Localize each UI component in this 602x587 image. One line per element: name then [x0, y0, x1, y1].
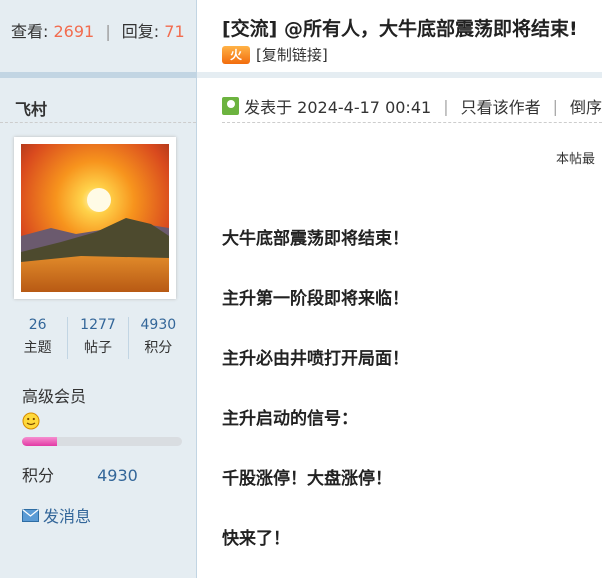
smiley-level-icon [22, 412, 40, 434]
edit-note: 本帖最 [556, 152, 596, 167]
meta-separator: | [443, 96, 449, 116]
post-line: 主升必由井喷打开局面！ [222, 349, 409, 369]
thread-title: [交流] @所有人，大牛底部震荡即将结束! [222, 18, 578, 40]
post-line: 快来了！ [222, 529, 290, 549]
stats-separator: | [105, 22, 111, 41]
meta-separator-2: | [552, 96, 558, 116]
stats-line: 查看: 2691 | 回复: 71 [11, 18, 185, 42]
credits-row-label: 积分 [22, 466, 55, 485]
views-count: 2691 [53, 22, 95, 41]
replies-count: 71 [164, 22, 185, 41]
post-date: 发表于 2024-4-17 00:41 [244, 98, 432, 117]
post-line: 主升启动的信号： [222, 409, 358, 429]
post-line: 大牛底部震荡即将结束！ [222, 229, 409, 249]
credits-count[interactable]: 4930 积分 [129, 317, 188, 359]
post-content: 大牛底部震荡即将结束！ 主升第一阶段即将来临！ 主升必由井喷打开局面！ 主升启动… [222, 227, 597, 587]
post-line: 主升第一阶段即将来临！ [222, 289, 409, 309]
avatar-sunset-image [21, 144, 169, 292]
posts-number[interactable]: 1277 [68, 317, 127, 333]
thread-header: [交流] @所有人，大牛底部震荡即将结束! 火 [复制链接] [222, 14, 602, 65]
send-message-link[interactable]: 发消息 [22, 503, 91, 527]
thread-stats: 查看: 2691 | 回复: 71 [0, 0, 197, 72]
author-counts: 26 主题 1277 帖子 4930 积分 [8, 317, 188, 359]
header-divider [0, 72, 602, 78]
user-group[interactable]: 高级会员 [22, 383, 86, 407]
posts-count[interactable]: 1277 帖子 [68, 317, 129, 359]
credits-number[interactable]: 4930 [129, 317, 188, 333]
replies-label: 回复: [121, 22, 160, 41]
posts-label: 帖子 [83, 340, 112, 356]
credits-label: 积分 [144, 340, 173, 356]
views-label: 查看: [11, 22, 49, 41]
topics-count[interactable]: 26 主题 [8, 317, 69, 359]
send-message-label[interactable]: 发消息 [43, 503, 91, 527]
topics-label: 主题 [23, 340, 52, 356]
author-divider [0, 122, 196, 123]
hot-icon: 火 [222, 45, 250, 64]
level-progress-fill [22, 437, 58, 446]
level-progress-bar [22, 437, 182, 446]
envelope-icon [22, 508, 39, 522]
credits-row-value: 4930 [97, 466, 138, 485]
credits-row: 积分 4930 [22, 462, 138, 486]
meta-divider [222, 122, 602, 123]
online-status-icon [222, 97, 240, 115]
only-author-link[interactable]: 只看该作者 [461, 94, 541, 118]
author-name[interactable]: 飞村 [15, 96, 47, 120]
post-meta: 发表于 2024-4-17 00:41 | 只看该作者 | 倒序 [222, 94, 602, 118]
copy-link-button[interactable]: [复制链接] [256, 44, 328, 65]
reverse-order-link[interactable]: 倒序 [570, 94, 602, 118]
topics-number[interactable]: 26 [8, 317, 67, 333]
post-line: 千股涨停！大盘涨停！ [222, 469, 392, 489]
avatar[interactable] [14, 137, 176, 299]
